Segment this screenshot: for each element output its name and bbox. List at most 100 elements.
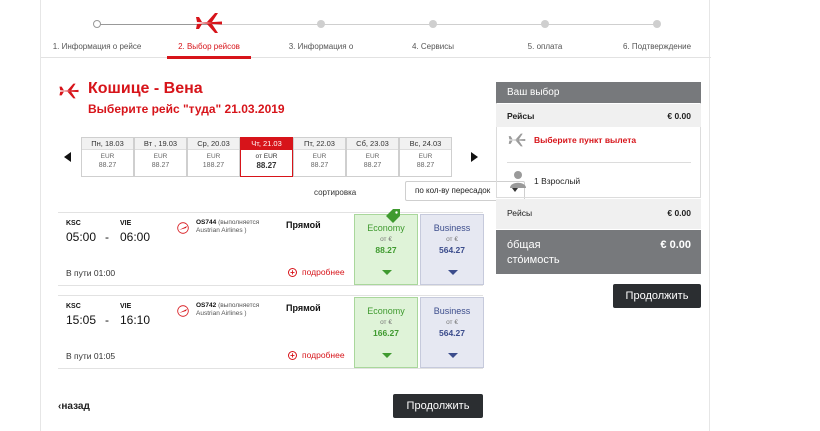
summary-flights-total-row: Рейсы € 0.00 bbox=[496, 199, 701, 229]
step-dot bbox=[653, 20, 661, 28]
fare-business[interactable]: Business от € 564.27 bbox=[420, 297, 484, 368]
sort-value: по кол-ву пересадок bbox=[415, 186, 491, 195]
plane-icon bbox=[508, 133, 526, 147]
stops-info: Прямой bbox=[286, 303, 321, 313]
chevron-right-icon bbox=[470, 152, 478, 162]
price-tag-icon bbox=[386, 209, 400, 223]
date-tab-selected[interactable]: Чт, 21.03 от EUR 88.27 bbox=[240, 137, 293, 177]
step-label: 6. Подтверждение bbox=[622, 42, 692, 51]
fare-from: от € bbox=[380, 319, 392, 326]
step-label: 4. Сервисы bbox=[411, 42, 455, 51]
arrival-code: VIE bbox=[120, 303, 132, 310]
airline-logo-icon bbox=[177, 305, 189, 317]
date-tab-currency: EUR bbox=[418, 153, 433, 160]
expand-icon bbox=[448, 270, 458, 275]
back-label: назад bbox=[61, 401, 90, 412]
fare-class: Economy bbox=[367, 306, 405, 316]
airline-logo-icon bbox=[177, 222, 189, 234]
departure-code: KSC bbox=[66, 303, 81, 310]
departure-time: 05:00 bbox=[66, 230, 97, 244]
step-flight-info: 1. Информация о рейсе bbox=[41, 0, 153, 58]
flight-row: KSC VIE 15:05 - 16:10 OS742 (выполняется… bbox=[58, 295, 484, 369]
stops-info: Прямой bbox=[286, 220, 321, 230]
summary-flights-label: Рейсы bbox=[507, 111, 535, 121]
flight-airline: Austrian Airlines ) bbox=[196, 310, 247, 317]
sort-label: сортировка bbox=[314, 188, 357, 197]
expand-icon bbox=[382, 353, 392, 358]
date-tab[interactable]: Пн, 18.03 EUR 88.27 bbox=[81, 137, 134, 177]
date-tab-day: Ср, 20.03 bbox=[188, 138, 239, 150]
flight-code: OS744 bbox=[196, 219, 217, 226]
flight-operated: (выполняется bbox=[218, 302, 260, 309]
date-tab[interactable]: Пт, 22.03 EUR 88.27 bbox=[293, 137, 346, 177]
flight-number: OS744 (выполняется Austrian Airlines ) bbox=[196, 219, 276, 235]
flight-operated: (выполняется bbox=[218, 219, 260, 226]
date-tab[interactable]: Ср, 20.03 EUR 188.27 bbox=[187, 137, 240, 177]
step-passenger-info: 3. Информация о bbox=[265, 0, 377, 58]
time-separator: - bbox=[105, 230, 109, 244]
details-link[interactable]: + подробнее bbox=[288, 350, 345, 360]
plane-icon bbox=[196, 13, 222, 33]
chevron-left-icon bbox=[63, 152, 71, 162]
date-tab[interactable]: Вт , 19.03 EUR 88.27 bbox=[134, 137, 187, 177]
fare-class: Business bbox=[433, 223, 471, 233]
departure-time: 15:05 bbox=[66, 313, 97, 327]
fare-price: 88.27 bbox=[375, 245, 397, 255]
date-tab-currency: от EUR bbox=[255, 153, 278, 160]
date-tab-day: Пн, 18.03 bbox=[82, 138, 133, 150]
flight-row: KSC VIE 05:00 - 06:00 OS744 (выполняется… bbox=[58, 212, 484, 286]
fare-business[interactable]: Business от € 564.27 bbox=[420, 214, 484, 285]
fare-economy[interactable]: Economy от € 88.27 bbox=[354, 214, 418, 285]
date-tab-price: 88.27 bbox=[256, 161, 277, 170]
fare-class: Economy bbox=[367, 223, 405, 233]
date-tab-day: Сб, 23.03 bbox=[347, 138, 398, 150]
date-tab-price: 88.27 bbox=[363, 162, 382, 169]
fare-price: 166.27 bbox=[373, 328, 399, 338]
expand-icon bbox=[448, 353, 458, 358]
next-days-button[interactable] bbox=[465, 137, 483, 177]
date-tab[interactable]: Вс, 24.03 EUR 88.27 bbox=[399, 137, 452, 177]
step-label: 2. Выбор рейсов bbox=[178, 42, 240, 51]
expand-icon bbox=[382, 270, 392, 275]
prev-days-button[interactable] bbox=[58, 137, 76, 177]
plus-icon: + bbox=[288, 267, 297, 277]
date-tab-currency: EUR bbox=[206, 153, 221, 160]
details-link[interactable]: + подробнее bbox=[288, 267, 345, 277]
divider bbox=[507, 162, 691, 163]
step-dot bbox=[93, 20, 101, 28]
step-label: 1. Информация о рейсе bbox=[52, 42, 142, 51]
date-tab-day: Вс, 24.03 bbox=[400, 138, 451, 150]
flight-number: OS742 (выполняется Austrian Airlines ) bbox=[196, 302, 276, 318]
summary-flights-price: € 0.00 bbox=[667, 111, 691, 121]
flight-duration: В пути 01:05 bbox=[66, 351, 116, 361]
fare-from: от € bbox=[446, 319, 458, 326]
date-tab-currency: EUR bbox=[153, 153, 168, 160]
date-tab-price: 88.27 bbox=[98, 162, 117, 169]
time-separator: - bbox=[105, 313, 109, 327]
sidebar-continue-button[interactable]: Продолжить bbox=[613, 284, 701, 308]
step-dot bbox=[317, 20, 325, 28]
person-icon bbox=[510, 171, 526, 188]
fare-economy[interactable]: Economy от € 166.27 bbox=[354, 297, 418, 368]
route-subtitle: Выберите рейс "туда" 21.03.2019 bbox=[88, 102, 285, 116]
date-tab-price: 88.27 bbox=[310, 162, 329, 169]
fare-class: Business bbox=[433, 306, 471, 316]
back-link[interactable]: ‹назад bbox=[58, 401, 90, 412]
summary-flights-label: Рейсы bbox=[507, 208, 533, 218]
flight-code: OS742 bbox=[196, 302, 217, 309]
pick-departure-text: Выберите пункт вылета bbox=[534, 135, 637, 145]
date-selector: Пн, 18.03 EUR 88.27 Вт , 19.03 EUR 88.27… bbox=[58, 137, 483, 177]
plane-icon bbox=[59, 83, 79, 99]
date-tab-day: Вт , 19.03 bbox=[135, 138, 186, 150]
summary-flights-price: € 0.00 bbox=[667, 208, 691, 218]
plus-icon: + bbox=[288, 350, 297, 360]
step-dot bbox=[429, 20, 437, 28]
arrival-time: 06:00 bbox=[120, 230, 151, 244]
total-price: € 0.00 bbox=[660, 239, 691, 251]
date-tab-price: 88.27 bbox=[416, 162, 435, 169]
date-tab-price: 188.27 bbox=[202, 162, 225, 169]
arrival-time: 16:10 bbox=[120, 313, 151, 327]
continue-button[interactable]: Продолжить bbox=[393, 394, 483, 418]
date-tab[interactable]: Сб, 23.03 EUR 88.27 bbox=[346, 137, 399, 177]
arrival-code: VIE bbox=[120, 220, 132, 227]
